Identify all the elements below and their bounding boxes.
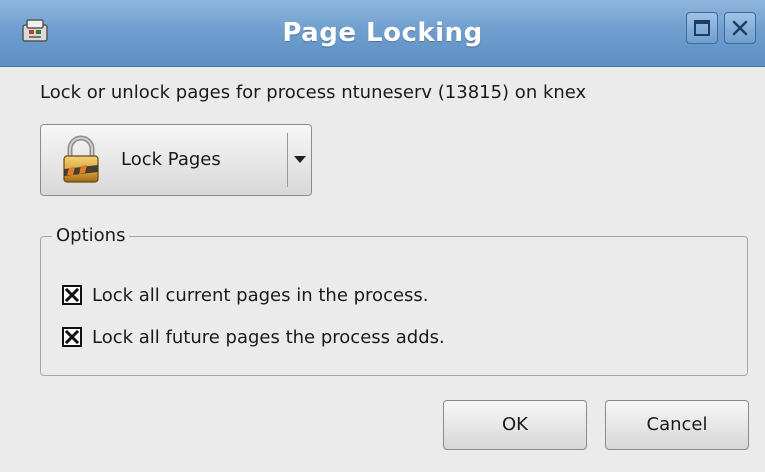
- lock-pages-button[interactable]: Lock Pages: [41, 125, 287, 195]
- ok-button[interactable]: OK: [443, 400, 587, 450]
- option-label: Lock all current pages in the process.: [92, 284, 429, 306]
- window-title: Page Locking: [282, 18, 483, 48]
- options-title: Options: [52, 224, 130, 248]
- lock-pages-split-button[interactable]: Lock Pages: [40, 124, 312, 196]
- description-text: Lock or unlock pages for process ntunese…: [40, 82, 587, 103]
- check-mark-icon: [65, 330, 79, 344]
- lock-pages-label: Lock Pages: [121, 149, 221, 170]
- check-mark-icon: [65, 288, 79, 302]
- chevron-down-icon: [294, 156, 306, 163]
- page-locking-dialog: Page Locking Lock or unlock pages for pr…: [0, 0, 765, 472]
- option-label: Lock all future pages the process adds.: [92, 326, 445, 348]
- cancel-button[interactable]: Cancel: [605, 400, 749, 450]
- option-lock-current[interactable]: Lock all current pages in the process.: [62, 280, 429, 310]
- title-bar[interactable]: Page Locking: [0, 0, 765, 67]
- close-icon: [732, 20, 748, 36]
- checkbox-lock-future[interactable]: [62, 327, 82, 347]
- maximize-icon: [694, 20, 710, 36]
- lock-pages-dropdown-button[interactable]: [288, 125, 311, 195]
- maximize-button[interactable]: [686, 12, 718, 44]
- checkbox-lock-current[interactable]: [62, 285, 82, 305]
- close-button[interactable]: [724, 12, 756, 44]
- option-lock-future[interactable]: Lock all future pages the process adds.: [62, 322, 445, 352]
- padlock-icon: [63, 135, 99, 183]
